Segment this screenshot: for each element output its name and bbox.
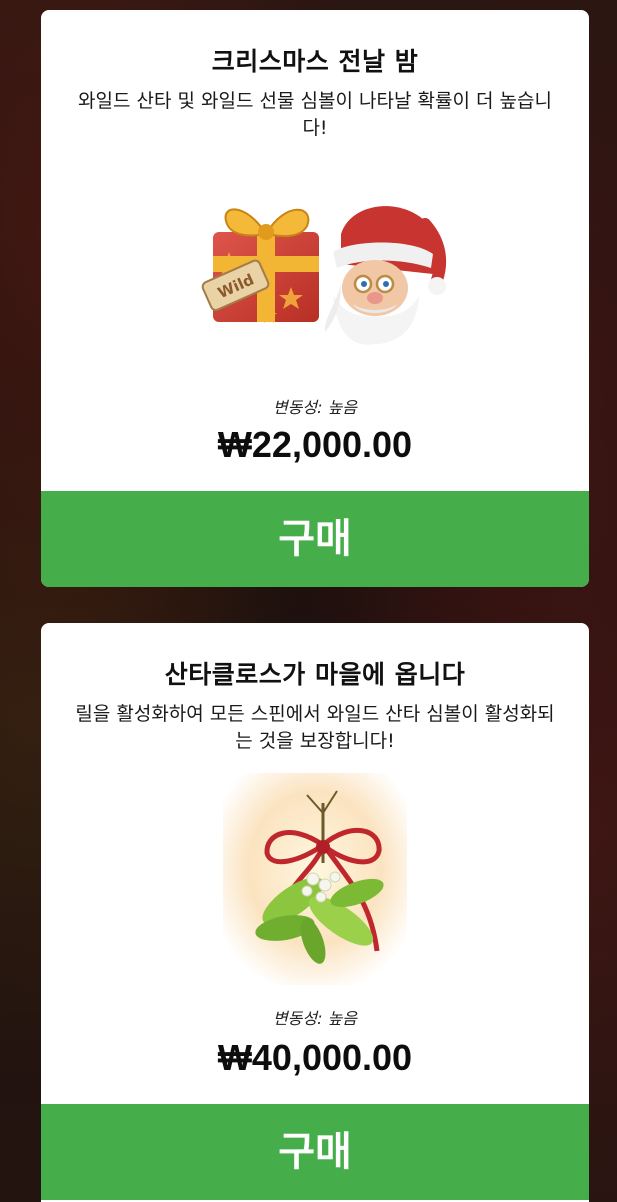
mistletoe-icon <box>223 773 407 985</box>
offer-description: 와일드 산타 및 와일드 선물 심볼이 나타날 확률이 더 높습니다! <box>78 90 552 139</box>
offer-description: 릴을 활성화하여 모든 스핀에서 와일드 산타 심볼이 활성화되는 것을 보장합… <box>75 703 555 752</box>
offer-card-santa-coming: 산타클로스가 마을에 옵니다 릴을 활성화하여 모든 스핀에서 와일드 산타 심… <box>41 623 589 1202</box>
buy-button[interactable]: 구매 <box>41 491 589 587</box>
volatility-label: 변동성: 높음 <box>272 398 358 417</box>
offer-art: Wild <box>41 192 589 352</box>
gift-box-icon: Wild <box>201 208 319 323</box>
offer-art <box>41 773 589 988</box>
price-label: ₩22,000.00 <box>217 424 413 465</box>
buy-button[interactable]: 구매 <box>41 1104 589 1200</box>
offer-title: 산타클로스가 마을에 옵니다 <box>164 660 466 689</box>
price-label: ₩40,000.00 <box>217 1037 413 1078</box>
offer-card-christmas-eve: 크리스마스 전날 밤 와일드 산타 및 와일드 선물 심볼이 나타날 확률이 더… <box>41 10 589 587</box>
santa-face-icon <box>324 206 447 345</box>
offer-title: 크리스마스 전날 밤 <box>211 47 419 76</box>
volatility-label: 변동성: 높음 <box>272 1009 358 1028</box>
